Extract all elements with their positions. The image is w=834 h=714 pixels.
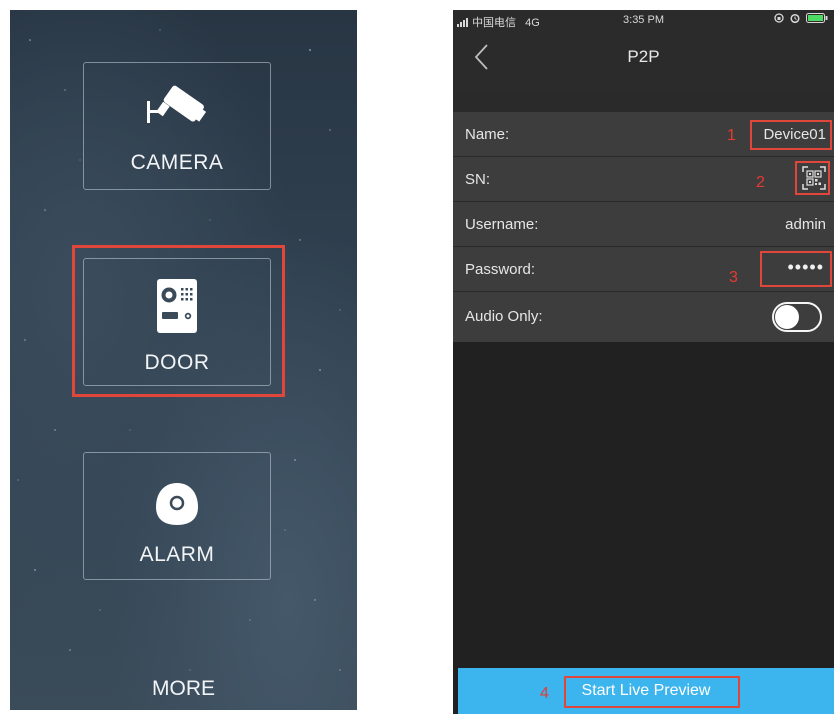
toggle-knob [775,305,799,329]
alarm-clock-icon [790,13,800,23]
nav-bar: P2P [453,32,834,90]
security-camera-icon [147,85,207,123]
annotation-number-2: 2 [756,174,765,191]
annotation-box-1 [750,120,832,150]
audio-only-toggle[interactable] [772,302,822,332]
name-row[interactable]: Name: Device01 1 [453,112,834,157]
username-row[interactable]: Username: admin [453,202,834,247]
annotation-number-4: 4 [540,685,549,702]
status-icons [774,13,828,23]
audio-only-row: Audio Only: [453,292,834,342]
rotation-lock-icon [774,13,784,23]
annotation-box-4 [564,676,740,708]
tile-label-door: DOOR [144,351,210,374]
camera-tile[interactable]: CAMERA [83,62,271,190]
page-title: P2P [627,47,660,66]
sn-row[interactable]: SN: 2 [453,157,834,202]
annotation-box-2 [795,161,830,195]
audio-only-label: Audio Only: [465,308,543,325]
more-button[interactable]: MORE [10,677,357,701]
username-value[interactable]: admin [785,216,826,233]
username-label: Username: [465,216,539,233]
alarm-tile[interactable]: ALARM [83,452,271,580]
annotation-number-1: 1 [727,127,736,144]
sn-label: SN: [465,171,491,188]
status-bar: 中国电信 4G 3:35 PM [453,10,834,32]
p2p-screen: 中国电信 4G 3:35 PM P2P Name: Device01 1 SN: [453,10,834,714]
tile-label-alarm: ALARM [139,543,215,566]
door-intercom-icon [157,279,197,333]
section-spacer [453,90,834,112]
annotation-number-3: 3 [729,269,738,286]
start-live-preview-button[interactable]: Start Live Preview 4 [458,668,834,714]
alarm-sensor-icon [156,483,198,525]
tile-label-camera: CAMERA [130,151,224,174]
home-screen: CAMERA DOOR ALARM MORE [10,10,357,710]
annotation-box-3 [760,251,832,287]
door-tile[interactable]: DOOR [83,258,271,386]
battery-icon [806,13,828,23]
name-label: Name: [465,126,510,143]
password-label: Password: [465,261,536,278]
password-row[interactable]: Password: ••••• 3 [453,247,834,292]
